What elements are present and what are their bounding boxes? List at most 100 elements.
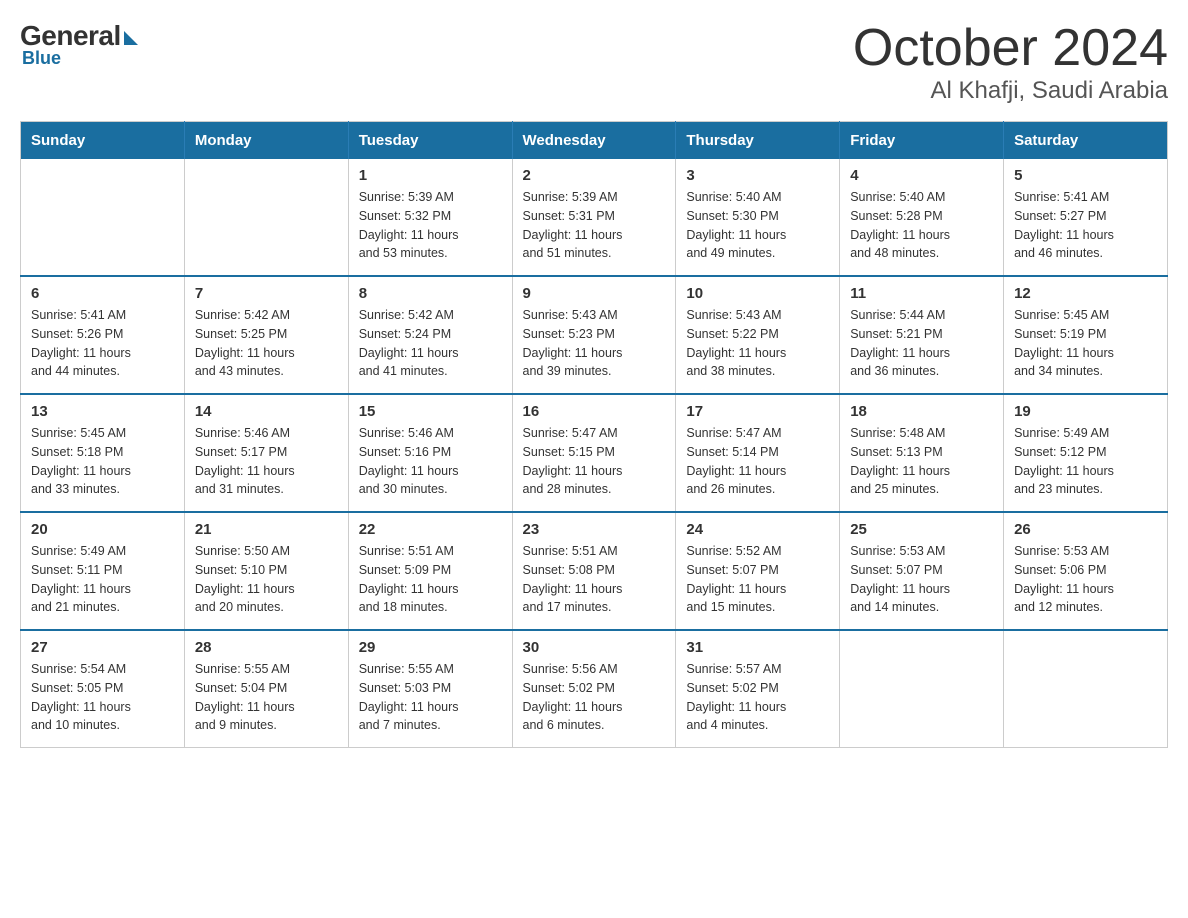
day-info: Sunrise: 5:50 AM Sunset: 5:10 PM Dayligh… bbox=[195, 542, 338, 617]
day-info: Sunrise: 5:46 AM Sunset: 5:17 PM Dayligh… bbox=[195, 424, 338, 499]
day-cell: 26 Sunrise: 5:53 AM Sunset: 5:06 PM Dayli… bbox=[1004, 512, 1168, 630]
title-block: October 2024 Al Khafji, Saudi Arabia bbox=[853, 20, 1168, 105]
week-row-0: 1 Sunrise: 5:39 AM Sunset: 5:32 PM Daylig… bbox=[21, 159, 1168, 276]
week-row-2: 13Sunrise: 5:45 AM Sunset: 5:18 PM Dayli… bbox=[21, 394, 1168, 512]
day-cell: 7 Sunrise: 5:42 AM Sunset: 5:25 PM Daylig… bbox=[184, 276, 348, 394]
day-info: Sunrise: 5:53 AM Sunset: 5:06 PM Dayligh… bbox=[1014, 542, 1157, 617]
day-number: 4 bbox=[850, 167, 993, 184]
day-number: 13 bbox=[31, 403, 174, 420]
day-info: Sunrise: 5:46 AM Sunset: 5:16 PM Dayligh… bbox=[359, 424, 502, 499]
day-number: 30 bbox=[523, 639, 666, 656]
calendar-table: SundayMondayTuesdayWednesdayThursdayFrid… bbox=[20, 121, 1168, 748]
day-number: 19 bbox=[1014, 403, 1157, 420]
day-number: 17 bbox=[686, 403, 829, 420]
day-number: 5 bbox=[1014, 167, 1157, 184]
day-cell: 22 Sunrise: 5:51 AM Sunset: 5:09 PM Dayli… bbox=[348, 512, 512, 630]
day-info: Sunrise: 5:51 AM Sunset: 5:09 PM Dayligh… bbox=[359, 542, 502, 617]
day-number: 31 bbox=[686, 639, 829, 656]
logo: General Blue bbox=[20, 20, 138, 69]
week-row-1: 6 Sunrise: 5:41 AM Sunset: 5:26 PM Daylig… bbox=[21, 276, 1168, 394]
day-number: 7 bbox=[195, 285, 338, 302]
day-cell: 21 Sunrise: 5:50 AM Sunset: 5:10 PM Dayli… bbox=[184, 512, 348, 630]
day-cell: 30 Sunrise: 5:56 AM Sunset: 5:02 PM Dayli… bbox=[512, 630, 676, 748]
day-info: Sunrise: 5:55 AM Sunset: 5:03 PM Dayligh… bbox=[359, 660, 502, 735]
day-number: 22 bbox=[359, 521, 502, 538]
day-info: Sunrise: 5:47 AM Sunset: 5:15 PM Dayligh… bbox=[523, 424, 666, 499]
day-cell: 4 Sunrise: 5:40 AM Sunset: 5:28 PM Daylig… bbox=[840, 159, 1004, 276]
day-info: Sunrise: 5:43 AM Sunset: 5:22 PM Dayligh… bbox=[686, 306, 829, 381]
day-cell: 9Sunrise: 5:43 AM Sunset: 5:23 PM Daylig… bbox=[512, 276, 676, 394]
day-number: 12 bbox=[1014, 285, 1157, 302]
day-cell: 8 Sunrise: 5:42 AM Sunset: 5:24 PM Daylig… bbox=[348, 276, 512, 394]
day-info: Sunrise: 5:43 AM Sunset: 5:23 PM Dayligh… bbox=[523, 306, 666, 381]
day-info: Sunrise: 5:42 AM Sunset: 5:25 PM Dayligh… bbox=[195, 306, 338, 381]
day-number: 23 bbox=[523, 521, 666, 538]
day-number: 8 bbox=[359, 285, 502, 302]
header-friday: Friday bbox=[840, 122, 1004, 160]
day-cell: 11 Sunrise: 5:44 AM Sunset: 5:21 PM Dayli… bbox=[840, 276, 1004, 394]
day-cell: 13Sunrise: 5:45 AM Sunset: 5:18 PM Dayli… bbox=[21, 394, 185, 512]
day-number: 1 bbox=[359, 167, 502, 184]
day-number: 14 bbox=[195, 403, 338, 420]
day-cell: 20 Sunrise: 5:49 AM Sunset: 5:11 PM Dayli… bbox=[21, 512, 185, 630]
header-sunday: Sunday bbox=[21, 122, 185, 160]
day-number: 29 bbox=[359, 639, 502, 656]
day-cell: 29 Sunrise: 5:55 AM Sunset: 5:03 PM Dayli… bbox=[348, 630, 512, 748]
day-info: Sunrise: 5:40 AM Sunset: 5:28 PM Dayligh… bbox=[850, 188, 993, 263]
day-cell: 28Sunrise: 5:55 AM Sunset: 5:04 PM Dayli… bbox=[184, 630, 348, 748]
day-info: Sunrise: 5:53 AM Sunset: 5:07 PM Dayligh… bbox=[850, 542, 993, 617]
day-cell: 24Sunrise: 5:52 AM Sunset: 5:07 PM Dayli… bbox=[676, 512, 840, 630]
day-cell: 10 Sunrise: 5:43 AM Sunset: 5:22 PM Dayli… bbox=[676, 276, 840, 394]
day-cell: 16Sunrise: 5:47 AM Sunset: 5:15 PM Dayli… bbox=[512, 394, 676, 512]
day-number: 24 bbox=[686, 521, 829, 538]
day-info: Sunrise: 5:57 AM Sunset: 5:02 PM Dayligh… bbox=[686, 660, 829, 735]
header-tuesday: Tuesday bbox=[348, 122, 512, 160]
day-number: 20 bbox=[31, 521, 174, 538]
day-info: Sunrise: 5:54 AM Sunset: 5:05 PM Dayligh… bbox=[31, 660, 174, 735]
day-cell: 23Sunrise: 5:51 AM Sunset: 5:08 PM Dayli… bbox=[512, 512, 676, 630]
day-cell: 17 Sunrise: 5:47 AM Sunset: 5:14 PM Dayli… bbox=[676, 394, 840, 512]
page-header: General Blue October 2024 Al Khafji, Sau… bbox=[20, 20, 1168, 105]
header-row: SundayMondayTuesdayWednesdayThursdayFrid… bbox=[21, 122, 1168, 160]
day-info: Sunrise: 5:39 AM Sunset: 5:32 PM Dayligh… bbox=[359, 188, 502, 263]
day-number: 21 bbox=[195, 521, 338, 538]
day-cell: 19 Sunrise: 5:49 AM Sunset: 5:12 PM Dayli… bbox=[1004, 394, 1168, 512]
day-info: Sunrise: 5:41 AM Sunset: 5:27 PM Dayligh… bbox=[1014, 188, 1157, 263]
day-cell: 31 Sunrise: 5:57 AM Sunset: 5:02 PM Dayli… bbox=[676, 630, 840, 748]
logo-triangle-icon bbox=[124, 31, 138, 45]
day-info: Sunrise: 5:40 AM Sunset: 5:30 PM Dayligh… bbox=[686, 188, 829, 263]
calendar-header: SundayMondayTuesdayWednesdayThursdayFrid… bbox=[21, 122, 1168, 160]
header-monday: Monday bbox=[184, 122, 348, 160]
day-info: Sunrise: 5:45 AM Sunset: 5:19 PM Dayligh… bbox=[1014, 306, 1157, 381]
day-number: 6 bbox=[31, 285, 174, 302]
day-cell bbox=[1004, 630, 1168, 748]
day-number: 18 bbox=[850, 403, 993, 420]
day-info: Sunrise: 5:39 AM Sunset: 5:31 PM Dayligh… bbox=[523, 188, 666, 263]
calendar-body: 1 Sunrise: 5:39 AM Sunset: 5:32 PM Daylig… bbox=[21, 159, 1168, 748]
day-cell: 25Sunrise: 5:53 AM Sunset: 5:07 PM Dayli… bbox=[840, 512, 1004, 630]
day-info: Sunrise: 5:44 AM Sunset: 5:21 PM Dayligh… bbox=[850, 306, 993, 381]
day-info: Sunrise: 5:48 AM Sunset: 5:13 PM Dayligh… bbox=[850, 424, 993, 499]
day-cell: 14 Sunrise: 5:46 AM Sunset: 5:17 PM Dayli… bbox=[184, 394, 348, 512]
day-cell: 18 Sunrise: 5:48 AM Sunset: 5:13 PM Dayli… bbox=[840, 394, 1004, 512]
day-cell: 15Sunrise: 5:46 AM Sunset: 5:16 PM Dayli… bbox=[348, 394, 512, 512]
day-number: 10 bbox=[686, 285, 829, 302]
day-info: Sunrise: 5:41 AM Sunset: 5:26 PM Dayligh… bbox=[31, 306, 174, 381]
day-number: 11 bbox=[850, 285, 993, 302]
header-thursday: Thursday bbox=[676, 122, 840, 160]
day-info: Sunrise: 5:56 AM Sunset: 5:02 PM Dayligh… bbox=[523, 660, 666, 735]
day-info: Sunrise: 5:47 AM Sunset: 5:14 PM Dayligh… bbox=[686, 424, 829, 499]
day-info: Sunrise: 5:49 AM Sunset: 5:11 PM Dayligh… bbox=[31, 542, 174, 617]
day-cell: 1 Sunrise: 5:39 AM Sunset: 5:32 PM Daylig… bbox=[348, 159, 512, 276]
header-wednesday: Wednesday bbox=[512, 122, 676, 160]
day-number: 3 bbox=[686, 167, 829, 184]
month-title: October 2024 bbox=[853, 20, 1168, 77]
day-cell: 27 Sunrise: 5:54 AM Sunset: 5:05 PM Dayli… bbox=[21, 630, 185, 748]
day-cell: 5 Sunrise: 5:41 AM Sunset: 5:27 PM Daylig… bbox=[1004, 159, 1168, 276]
day-cell: 3 Sunrise: 5:40 AM Sunset: 5:30 PM Daylig… bbox=[676, 159, 840, 276]
day-number: 2 bbox=[523, 167, 666, 184]
day-number: 26 bbox=[1014, 521, 1157, 538]
day-info: Sunrise: 5:49 AM Sunset: 5:12 PM Dayligh… bbox=[1014, 424, 1157, 499]
day-number: 27 bbox=[31, 639, 174, 656]
day-info: Sunrise: 5:42 AM Sunset: 5:24 PM Dayligh… bbox=[359, 306, 502, 381]
